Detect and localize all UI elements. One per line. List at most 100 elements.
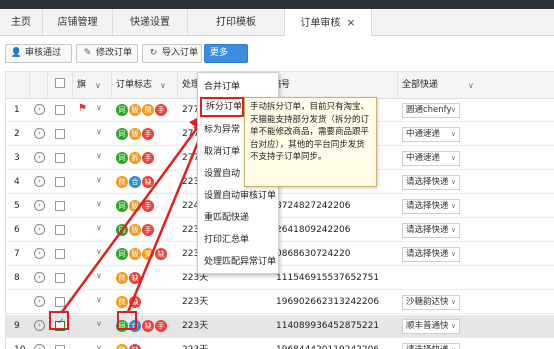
flag-dropdown-icon[interactable]: ∨ [96,343,102,349]
table-row[interactable]: 10 › ∨ 微缺 223天 196844420119242206 请选择快递∨ [6,339,554,349]
flag-dropdown-icon[interactable]: ∨ [96,319,102,328]
express-select[interactable]: 请选择快递∨ [402,343,460,349]
menu-split-order[interactable]: 拆分订单 [200,97,244,117]
import-order-button[interactable]: ↻ 导入订单 [142,44,202,63]
tab-home[interactable]: 主页 [0,9,43,36]
express-select[interactable]: 中通速递 ∨ [402,127,460,142]
header-express[interactable]: 全部快递 ∨ [398,72,554,99]
tab-shop-management[interactable]: 店铺管理 [43,9,113,36]
menu-print-summary[interactable]: 打印汇总单 [198,229,280,251]
flag-dropdown-icon[interactable]: ∨ [96,175,102,184]
expand-icon[interactable]: › [34,152,45,163]
table-header: 旗 ∨ 订单标志 ∨ 处理 编号 全部快递 ∨ [6,71,554,99]
menu-handle-match-abnormal[interactable]: 处理匹配异常订单 [198,251,280,273]
badge-wechat: 微 [142,248,154,260]
badge-sync: 同 [116,224,128,236]
table-row[interactable]: 8 › ∨ 微缺 223天 111546915537652751 [6,267,554,290]
chevron-down-icon: ∨ [450,298,456,306]
close-icon[interactable]: × [346,16,355,29]
table-row[interactable]: 7 › ∨ 同版微缺 223 0868630724220 请选择快递 ∨ [6,243,554,266]
express-select[interactable]: 请选择快递∨ [402,175,460,190]
badge-merge: 合 [129,176,141,188]
order-number: 8724827242206 [276,201,351,211]
approve-button[interactable]: 👤 审核通过 [5,44,72,63]
table-row[interactable]: › ∨ 微缺 223天 196902662313242206 沙糖韵达快 ∨ [6,291,554,314]
chevron-down-icon: ∨ [450,130,456,138]
row-checkbox[interactable] [55,201,65,211]
chevron-down-icon: ∨ [468,81,474,90]
express-select[interactable]: 顺丰普通快 ∨ [402,319,460,334]
badge-missing: 缺 [155,248,167,260]
expand-icon[interactable]: › [34,128,45,139]
express-select[interactable]: 请选择快递∨ [402,223,460,238]
row-checkbox[interactable] [55,177,65,187]
badge-wechat: 微 [116,344,128,349]
row-checkbox[interactable] [55,297,65,307]
expand-icon[interactable]: › [34,248,45,259]
row-checkbox[interactable] [55,153,65,163]
row-checkbox[interactable] [55,105,65,115]
row-index: 7 [14,249,20,259]
flag-dropdown-icon[interactable]: ∨ [96,295,102,304]
header-order-flag[interactable]: 订单标志 ∨ [112,72,178,99]
menu-merge-order[interactable]: 合并订单 [198,76,280,98]
flag-dropdown-icon[interactable]: ∨ [96,223,102,232]
process-days: 223天 [182,297,209,307]
flag-dropdown-icon[interactable]: ∨ [96,199,102,208]
row-checkbox[interactable] [55,345,65,349]
flag-dropdown-icon[interactable]: ∨ [96,151,102,160]
expand-icon[interactable]: › [34,176,45,187]
tab-order-review[interactable]: 订单审核 × [285,9,372,37]
badge-version: 版 [129,224,141,236]
expand-icon[interactable]: › [34,344,45,349]
header-flag[interactable]: 旗 ∨ [73,72,112,99]
top-bar [0,0,554,9]
chevron-down-icon: ∨ [450,178,456,186]
badge-sync: 同 [116,128,128,140]
expand-icon[interactable]: › [34,104,45,115]
user-icon: 👤 [10,48,23,58]
row-checkbox[interactable] [55,225,65,235]
edit-icon: ✎ [83,48,92,58]
flag-dropdown-icon[interactable]: ∨ [96,127,102,136]
select-all-checkbox[interactable] [55,78,65,88]
badge-version: 版 [129,200,141,212]
express-select[interactable]: 圆通chenfy ∨ [402,103,460,118]
badge-missing: 缺 [129,296,141,308]
express-select[interactable]: 沙糖韵达快 ∨ [402,295,460,310]
header-index [6,72,30,99]
row-index: 2 [14,129,20,139]
expand-icon[interactable]: › [34,200,45,211]
row-index: 10 [14,339,28,349]
toolbar: 👤 审核通过 ✎ 修改订单 ↻ 导入订单 更多>> [0,36,554,75]
row-checkbox[interactable] [55,273,65,283]
header-expand [30,72,48,99]
table-row[interactable]: 9›∨同合缺手223天114089936452875221顺丰普通快∨ [6,315,554,338]
table-row[interactable]: 6 › ∨ 同版手 223 2641809242206 请选择快递 ∨ [6,219,554,242]
badge-version: 版 [129,104,141,116]
row-checkbox[interactable] [55,249,65,259]
express-select[interactable]: 中通速递 ∨ [402,151,460,166]
row-checkbox[interactable] [55,129,65,139]
badge-manual: 手 [142,200,154,212]
highlight-checkbox [49,311,69,330]
table-row[interactable]: 5 › ∨ 同版手 224 8724827242206 请选择快递 ∨ [6,195,554,218]
flag-dropdown-icon[interactable]: ∨ [96,103,102,112]
more-button[interactable]: 更多>> [204,44,248,75]
menu-auto-review[interactable]: 设置自动审核订单 [198,185,280,207]
expand-icon[interactable]: › [34,320,45,331]
expand-icon[interactable]: › [34,272,45,283]
flag-dropdown-icon[interactable]: ∨ [96,247,102,256]
tab-express-settings[interactable]: 快递设置 [113,9,188,36]
express-select[interactable]: 请选择快递∨ [402,247,460,262]
express-select[interactable]: 请选择快递∨ [402,199,460,214]
order-number: 196902662313242206 [276,297,380,307]
expand-icon[interactable]: › [34,296,45,307]
badge-manual: 手 [142,224,154,236]
process-days: 223天 [182,321,209,331]
tab-print-template[interactable]: 打印模板 [188,9,285,36]
edit-order-button[interactable]: ✎ 修改订单 [76,44,138,63]
menu-rematch-express[interactable]: 重匹配快递 [198,207,280,229]
flag-dropdown-icon[interactable]: ∨ [96,271,102,280]
expand-icon[interactable]: › [34,224,45,235]
